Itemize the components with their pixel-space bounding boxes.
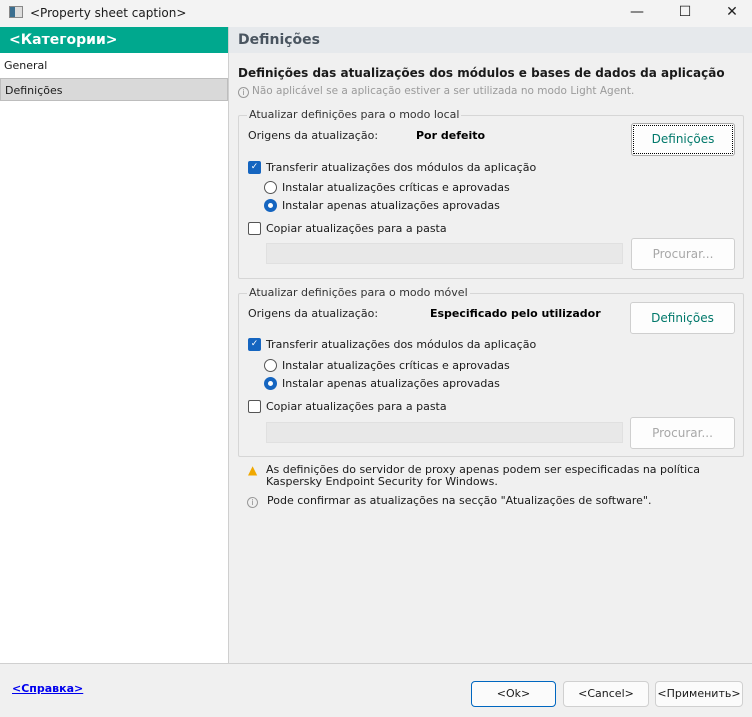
source-value: Por defeito — [416, 129, 486, 142]
radio-critical[interactable] — [264, 359, 277, 372]
source-label: Origens da atualização: — [248, 307, 379, 320]
browse-button[interactable]: Procurar... — [630, 417, 735, 449]
radio-critical[interactable] — [264, 181, 277, 194]
title-bar: <Property sheet caption> — ☐ ✕ — [0, 0, 752, 27]
info-text: Pode confirmar as atualizações na secção… — [267, 494, 652, 507]
copy-label: Copiar atualizações para a pasta — [266, 400, 447, 413]
note: i Não aplicável se a aplicação estiver a … — [238, 85, 634, 98]
warning-icon: ▲ — [248, 463, 258, 477]
cancel-button[interactable]: <Cancel> — [563, 681, 649, 707]
folder-path-input[interactable] — [266, 422, 623, 443]
info-icon: i — [238, 87, 249, 98]
group-mobile-mode: Atualizar definições para o modo móvel O… — [238, 286, 744, 457]
window-title: <Property sheet caption> — [30, 6, 187, 20]
transfer-checkbox[interactable]: ✓ — [248, 338, 261, 351]
transfer-label: Transferir atualizações dos módulos da a… — [266, 338, 537, 351]
main-panel: Definições Definições das atualizações d… — [229, 27, 752, 663]
help-link[interactable]: <Справка> — [12, 682, 83, 695]
browse-button[interactable]: Procurar... — [631, 238, 735, 270]
group-legend: Atualizar definições para o modo local — [247, 108, 462, 121]
group-legend: Atualizar definições para o modo móvel — [247, 286, 470, 299]
copy-checkbox[interactable] — [248, 400, 261, 413]
source-value: Especificado pelo utilizador — [430, 307, 601, 320]
source-label: Origens da atualização: — [248, 129, 379, 142]
app-icon — [9, 6, 23, 18]
radio-critical-label: Instalar atualizações críticas e aprovad… — [282, 181, 510, 194]
footer: <Справка> <Ok> <Cancel> <Применить> — [0, 663, 752, 717]
settings-button[interactable]: Definições — [631, 123, 735, 156]
radio-approved-label: Instalar apenas atualizações aprovadas — [282, 377, 500, 390]
copy-checkbox[interactable] — [248, 222, 261, 235]
apply-button[interactable]: <Применить> — [655, 681, 743, 707]
page-title: Definições das atualizações dos módulos … — [238, 66, 725, 80]
sidebar-item-definicoes[interactable]: Definições — [0, 78, 228, 101]
sidebar: <Категории> General Definições — [0, 27, 229, 663]
copy-label: Copiar atualizações para a pasta — [266, 222, 447, 235]
folder-path-input[interactable] — [266, 243, 623, 264]
ok-button[interactable]: <Ok> — [471, 681, 556, 707]
transfer-label: Transferir atualizações dos módulos da a… — [266, 161, 537, 174]
maximize-button[interactable]: ☐ — [675, 4, 695, 22]
group-local-mode: Atualizar definições para o modo local O… — [238, 108, 744, 279]
close-button[interactable]: ✕ — [722, 4, 742, 22]
radio-critical-label: Instalar atualizações críticas e aprovad… — [282, 359, 510, 372]
transfer-checkbox[interactable]: ✓ — [248, 161, 261, 174]
note-text: Não aplicável se a aplicação estiver a s… — [252, 85, 635, 97]
info-icon: i — [247, 497, 258, 508]
settings-button[interactable]: Definições — [630, 302, 735, 334]
radio-approved[interactable] — [264, 377, 277, 390]
warning-text: As definições do servidor de proxy apena… — [266, 463, 701, 488]
sidebar-header: <Категории> — [0, 27, 228, 53]
page-header: Definições — [229, 27, 752, 53]
sidebar-item-general[interactable]: General — [0, 54, 228, 77]
radio-approved[interactable] — [264, 199, 277, 212]
minimize-button[interactable]: — — [627, 4, 647, 22]
radio-approved-label: Instalar apenas atualizações aprovadas — [282, 199, 500, 212]
